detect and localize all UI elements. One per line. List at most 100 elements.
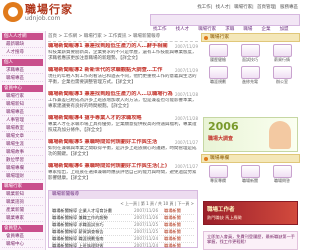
site-header: 職場行家 udnjob.com 找工作| 找人才| 職場行家| 首頁管理| 服務… [0, 0, 300, 32]
sidebar-item[interactable]: 數位學習 [2, 157, 43, 164]
sidebar-item[interactable]: 職場中心 [2, 241, 43, 248]
top-link[interactable]: 服務專區 [280, 5, 298, 10]
survey-banner[interactable]: 2006 職場大調查 [203, 117, 298, 152]
article-item: 職場新聞報導6 兼職時間如何規劃好工作與生活(上) 2007/11/27 專家指… [48, 163, 198, 188]
article-item: 職場新聞報導5 兼職時間如何規劃好工作與生活 2007/11/27 如何在兼職與… [48, 139, 198, 164]
nav-item[interactable]: 找工作 [153, 27, 167, 32]
sidebar-section-title[interactable]: 個人 [2, 59, 43, 66]
row-category: 職場新聞 [164, 222, 181, 227]
sidebar-item[interactable]: 職業諮詢 [2, 199, 43, 206]
feature-icon-grid: 履歷健檢 面試技巧 薪資行情 職涯規劃 進修充電 辦公室 [201, 44, 300, 88]
feature-link[interactable]: 薪資行情 [267, 44, 297, 64]
member-promo[interactable]: 立即加入會員，免費刊登履歷，最新職缺第一手掌握，找工作更輕鬆！ [203, 231, 298, 250]
article-item: 職場新聞報導2 新新世代的求職觀點大調查…工作 2007/11/29 現在的年輕… [48, 67, 198, 92]
row-title[interactable]: 職場新聞報導 兼職工作的趨勢 [52, 215, 108, 220]
row-category: 職場新聞 [164, 215, 181, 220]
news-list-panel: 職場新聞報導 < 上一頁 | 第 1 頁 / 共 10 頁 | 下一頁 > 職場… [48, 190, 198, 248]
feature-link[interactable]: 履歷健檢 [203, 44, 233, 64]
row-title[interactable]: 職場新聞報導 上班族理財術 [52, 243, 104, 248]
feature-link[interactable]: 職場新聞 [235, 165, 265, 185]
row-date: 2007/11/26 [134, 215, 159, 220]
right-column: 職場行家 履歷健檢 面試技巧 薪資行情 職涯規劃 進修充電 辦公室 2006 職… [201, 31, 300, 250]
row-category: 職場新聞 [164, 243, 181, 248]
feature-label: 職場問答 [274, 178, 290, 183]
sidebar-item[interactable]: 職場教室 [2, 125, 43, 132]
banner-year: 2006 [208, 120, 239, 133]
feature-link[interactable]: 職場問答 [267, 165, 297, 185]
top-link[interactable]: 首頁管理 [257, 5, 275, 10]
interview-icon [240, 44, 260, 57]
table-row[interactable]: 職場新聞報導 職涯規劃指南 2007/11/24 職場新聞 [52, 236, 194, 243]
feature-label: 職場新聞 [242, 178, 258, 183]
sidebar-item[interactable]: 職場專區 [2, 109, 43, 116]
sidebar-item[interactable]: 職場行家 [2, 93, 43, 100]
top-link[interactable]: 找人才 [216, 5, 230, 10]
table-row[interactable]: 職場新聞報導 上班族理財術 2007/11/24 職場新聞 [52, 243, 194, 249]
sidebar-section-title[interactable]: 個人人才網 [2, 33, 43, 40]
sidebar-section-title[interactable]: 會員登入 [2, 225, 43, 232]
job-ad-banner[interactable]: 職場工作者 熱門職缺 馬上應徵 [203, 201, 298, 225]
sidebar-item[interactable]: 職場生涯 [2, 141, 43, 148]
sidebar-item[interactable]: 人事管理 [2, 117, 43, 124]
row-category: 職場新聞 [164, 236, 181, 241]
sidebar-item[interactable]: 職場文章 [2, 133, 43, 140]
article-summary: 現在的年輕人對工作的看法已和過去不同，他們更重視工作的意義與生活的平衡，企業也需… [48, 74, 197, 85]
sidebar-item[interactable]: 會員專區 [2, 233, 43, 240]
article-summary: 專家指出，上班族在選擇兼職時應該評估自己的能力與時間，避免過度勞累影響健康。【詳… [48, 170, 197, 181]
breadcrumb: 首頁 > 工作網 > 職場行家 > 工作資訊 > 職場新聞報導 [48, 33, 198, 42]
sidebar-item[interactable]: 職業專家 [2, 215, 43, 222]
table-row[interactable]: 職場新聞報導 薪資調查報告 2007/11/25 職場新聞 [52, 229, 194, 236]
feature-label: 職涯規劃 [210, 79, 226, 84]
row-title[interactable]: 職場新聞報導 薪資調查報告 [52, 229, 104, 234]
row-title[interactable]: 職場新聞報導 求職面試技巧 [52, 222, 104, 227]
feature-link[interactable]: 職涯規劃 [203, 66, 233, 86]
person-illustration-icon [269, 121, 291, 149]
logo-icon[interactable] [3, 2, 23, 22]
article-summary: 如何在兼職與本業之間取得平衡，是許多上班族關心的議題，時間管理是成功的關鍵。【詳… [48, 146, 197, 157]
row-title[interactable]: 職場新聞報導 企業人才培育計畫 [52, 208, 112, 213]
article-item: 職場新聞報導1 兼差找到超低生產力的人…辭手相關 2007/11/29 科技業薪… [48, 43, 198, 68]
table-row[interactable]: 職場新聞報導 企業人才培育計畫 2007/11/26 職場新聞 [52, 208, 194, 215]
article-summary: 工作兼差已經成為許多上班族增加收入的方法，但是兼差也可能影響本業，專家建議要有良… [48, 98, 197, 109]
column-icon-grid: 專家專欄 職場新聞 職場問答 [201, 165, 300, 199]
sidebar-section-title[interactable]: 職場行家 [2, 183, 43, 190]
sidebar-item[interactable]: 職業新知 [2, 191, 43, 198]
article-date: 2007/11/27 [172, 163, 198, 170]
row-category: 職場新聞 [164, 208, 181, 213]
feature-label: 薪資行情 [274, 57, 290, 62]
row-date: 2007/11/24 [134, 243, 159, 248]
sidebar-item[interactable]: 產業新聞 [2, 207, 43, 214]
pagination[interactable]: < 上一頁 | 第 1 頁 / 共 10 頁 | 下一頁 > [49, 200, 197, 207]
article-item: 職場新聞報導4 搶手專業人才的求職攻略 2007/11/28 專業人才在求職市場… [48, 115, 198, 140]
feature-link[interactable]: 專家專欄 [203, 165, 233, 185]
feature-label: 履歷健檢 [210, 57, 226, 62]
sidebar-item[interactable]: 求職專區 [2, 67, 43, 74]
office-icon [272, 66, 292, 79]
sidebar-item[interactable]: 職場理財 [2, 173, 43, 180]
sidebar-item[interactable]: 職場故事 [2, 149, 43, 156]
feature-link[interactable]: 辦公室 [267, 66, 297, 86]
article-list: 職場新聞報導1 兼差找到超低生產力的人…辭手相關 2007/11/29 科技業薪… [48, 43, 198, 187]
top-link[interactable]: 職場行家 [234, 5, 252, 10]
row-date: 2007/11/25 [134, 229, 159, 234]
article-item: 職場新聞報導3 兼差找到超低生產力的人…以職場行為 2007/11/28 工作兼… [48, 91, 198, 116]
list-header: 職場新聞報導 [49, 191, 197, 199]
sidebar-section-title[interactable]: 會員中心 [2, 85, 43, 92]
table-row[interactable]: 職場新聞報導 兼職工作的趨勢 2007/11/26 職場新聞 [52, 215, 194, 222]
sidebar-item[interactable]: 職場專欄 [2, 165, 43, 172]
ad-subtext: 熱門職缺 馬上應徵 [207, 215, 242, 220]
sidebar-item[interactable]: 最新職缺 [2, 41, 43, 48]
sidebar-item[interactable]: 職場專區 [2, 75, 43, 82]
sidebar-item[interactable]: 人才搜尋 [2, 49, 43, 56]
table-row[interactable]: 職場新聞報導 求職面試技巧 2007/11/25 職場新聞 [52, 222, 194, 229]
feature-link[interactable]: 進修充電 [235, 66, 265, 86]
nav-item[interactable]: 找人才 [176, 27, 190, 32]
row-category: 職場新聞 [164, 229, 181, 234]
salary-icon [272, 44, 292, 57]
row-date: 2007/11/25 [134, 222, 159, 227]
feature-link[interactable]: 面試技巧 [235, 44, 265, 64]
row-title[interactable]: 職場新聞報導 職涯規劃指南 [52, 236, 104, 241]
sidebar-item[interactable]: 職場新知 [2, 101, 43, 108]
top-link[interactable]: 找工作 [197, 5, 211, 10]
top-links: 找工作| 找人才| 職場行家| 首頁管理| 服務專區 [197, 5, 298, 10]
